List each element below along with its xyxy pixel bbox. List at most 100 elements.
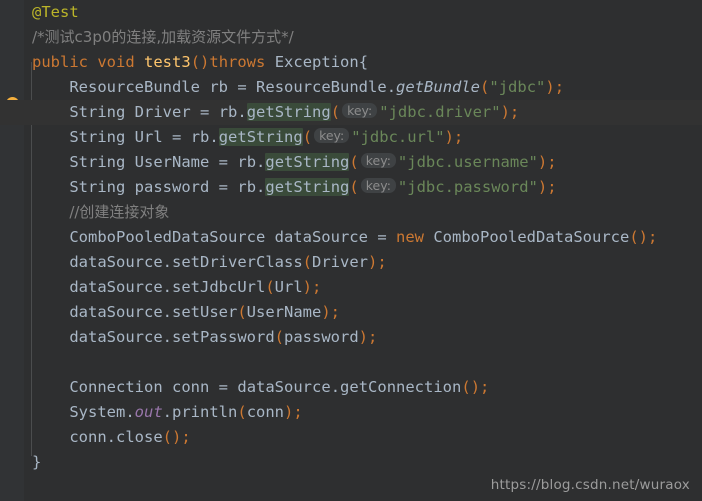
token-occ: getString bbox=[246, 103, 331, 121]
code-line[interactable]: String UserName = rb.getString(key: "jdbc… bbox=[0, 150, 702, 175]
code-line[interactable]: String password = rb.getString(key: "jdbc… bbox=[0, 175, 702, 200]
token-semi: ; bbox=[330, 303, 341, 321]
token-punc: = bbox=[218, 378, 229, 396]
code-line[interactable]: dataSource.setDriverClass(Driver); bbox=[0, 250, 702, 275]
code-line-content: conn.close(); bbox=[32, 428, 190, 446]
code-line-content: ResourceBundle rb = ResourceBundle.getBu… bbox=[32, 78, 564, 96]
token-type: ComboPooledDataSource bbox=[69, 228, 266, 246]
code-line-content: String UserName = rb.getString(key: "jdbc… bbox=[32, 153, 557, 171]
inlay-parameter-hint[interactable]: key: bbox=[360, 178, 396, 193]
token-semi: ; bbox=[312, 278, 322, 296]
code-line[interactable]: } bbox=[0, 450, 702, 475]
code-line-content: String Url = rb.getString(key: "jdbc.url"… bbox=[32, 128, 463, 146]
code-line-content: dataSource.setUser(UserName); bbox=[32, 303, 340, 321]
token-brace: } bbox=[32, 453, 42, 471]
token-occ: getString bbox=[218, 128, 303, 146]
token-ident: getConnection bbox=[340, 378, 462, 396]
code-line[interactable]: Connection conn = dataSource.getConnecti… bbox=[0, 375, 702, 400]
token-brace: { bbox=[358, 53, 369, 71]
code-line[interactable]: /*测试c3p0的连接,加载资源文件方式*/ bbox=[0, 25, 702, 50]
token-ident: dataSource bbox=[237, 378, 331, 396]
token-paren: ) bbox=[302, 278, 313, 296]
token-punc: . bbox=[162, 278, 172, 296]
token-semi: ; bbox=[480, 378, 490, 396]
code-line[interactable]: ComboPooledDataSource dataSource = new C… bbox=[0, 225, 702, 250]
token-paren: ) bbox=[444, 128, 454, 146]
token-semi: ; bbox=[453, 128, 464, 146]
token-kw: new bbox=[396, 228, 424, 246]
token-ident: rb bbox=[237, 153, 257, 171]
token-semi: ; bbox=[547, 153, 557, 171]
inlay-parameter-hint[interactable]: key: bbox=[342, 103, 378, 118]
token-punc: . bbox=[237, 103, 247, 121]
code-line[interactable]: String Driver = rb.getString(key: "jdbc.d… bbox=[0, 100, 702, 125]
code-line[interactable]: String Url = rb.getString(key: "jdbc.url"… bbox=[0, 125, 702, 150]
token-punc: . bbox=[162, 253, 172, 271]
code-line[interactable]: System.out.println(conn); bbox=[0, 400, 702, 425]
token-semi: ; bbox=[377, 253, 387, 271]
token-semi: ; bbox=[293, 403, 303, 421]
code-line[interactable]: dataSource.setJdbcUrl(Url); bbox=[0, 275, 702, 300]
token-ann: @Test bbox=[32, 3, 79, 21]
token-type: ComboPooledDataSource bbox=[433, 228, 630, 246]
token-ident: conn bbox=[246, 403, 285, 421]
token-type: String bbox=[69, 103, 126, 121]
code-line[interactable]: dataSource.setPassword(password); bbox=[0, 325, 702, 350]
token-paren: ( bbox=[237, 303, 247, 321]
token-paren: ( bbox=[302, 128, 313, 146]
code-line-content: dataSource.setDriverClass(Driver); bbox=[32, 253, 387, 271]
token-paren: ( bbox=[349, 153, 359, 171]
token-paren: ) bbox=[368, 253, 378, 271]
token-type: String bbox=[69, 178, 126, 196]
token-punc: . bbox=[256, 153, 266, 171]
code-line-content: String Driver = rb.getString(key: "jdbc.d… bbox=[32, 103, 519, 121]
code-line-content: } bbox=[32, 453, 41, 471]
code-line[interactable]: conn.close(); bbox=[0, 425, 702, 450]
code-line[interactable]: ResourceBundle rb = ResourceBundle.getBu… bbox=[0, 75, 702, 100]
token-punc: . bbox=[330, 378, 341, 396]
token-str: "jdbc.password" bbox=[397, 178, 538, 196]
code-editor[interactable]: @Test /*测试c3p0的连接,加载资源文件方式*/ public void t… bbox=[0, 0, 702, 501]
token-type: System bbox=[69, 403, 126, 421]
code-line[interactable]: //创建连接对象 bbox=[0, 200, 702, 225]
token-ident: Driver bbox=[134, 103, 191, 121]
code-line-content: System.out.println(conn); bbox=[32, 403, 303, 421]
token-semi: ; bbox=[509, 103, 520, 121]
token-paren: () bbox=[629, 228, 648, 246]
token-str: "jdbc" bbox=[489, 78, 546, 96]
token-kw: void bbox=[97, 53, 135, 71]
code-line[interactable]: public void test3()throws Exception{ bbox=[0, 50, 702, 75]
code-line-content: public void test3()throws Exception{ bbox=[32, 53, 368, 71]
token-ident: password bbox=[134, 178, 210, 196]
token-paren: ) bbox=[321, 303, 331, 321]
inlay-parameter-hint[interactable]: key: bbox=[314, 128, 350, 143]
inlay-parameter-hint[interactable]: key: bbox=[360, 153, 396, 168]
token-semi: ; bbox=[368, 328, 378, 346]
code-line[interactable]: dataSource.setUser(UserName); bbox=[0, 300, 702, 325]
token-paren: () bbox=[461, 378, 481, 396]
code-lines[interactable]: @Test /*测试c3p0的连接,加载资源文件方式*/ public void t… bbox=[0, 0, 702, 475]
token-ident: conn bbox=[69, 428, 107, 446]
token-paren: ( bbox=[330, 103, 341, 121]
token-punc: . bbox=[386, 78, 397, 96]
token-punc: . bbox=[125, 403, 135, 421]
token-paren: ) bbox=[537, 178, 548, 196]
code-line[interactable]: @Test bbox=[0, 0, 702, 25]
token-kw: public bbox=[32, 53, 88, 71]
token-punc: = bbox=[172, 128, 182, 146]
token-ital: getBundle bbox=[396, 78, 481, 96]
token-paren: ( bbox=[302, 253, 312, 271]
token-punc: . bbox=[162, 328, 172, 346]
code-line[interactable] bbox=[0, 350, 702, 375]
